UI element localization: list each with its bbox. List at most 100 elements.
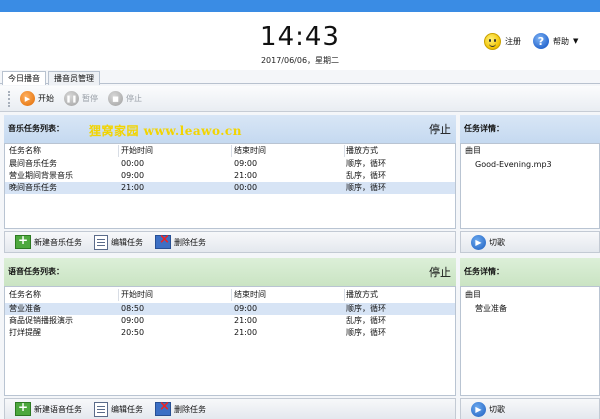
end-time: 21:00 bbox=[234, 316, 258, 325]
add-icon bbox=[15, 400, 31, 416]
delete-task-button[interactable]: 删除任务 bbox=[155, 399, 206, 416]
play-mode: 顺序，循环 bbox=[346, 183, 386, 192]
table-row[interactable]: 晨间音乐任务 00:00 09:00 顺序，循环 bbox=[5, 158, 455, 170]
new-music-task-label: 新建音乐任务 bbox=[34, 237, 82, 247]
table-row[interactable]: 营业期间背景音乐 09:00 21:00 乱序，循环 bbox=[5, 170, 455, 182]
stop-icon: ■ bbox=[108, 91, 123, 106]
music-detail-list: 曲目 Good-Evening.mp3 bbox=[460, 143, 600, 229]
column-header[interactable]: 曲目 bbox=[465, 145, 481, 157]
voice-task-table: 任务名称 开始时间 结束时间 播放方式 营业准备 08:50 09:00 顺序，… bbox=[4, 286, 456, 396]
voice-actions-bar: 新建语音任务 编辑任务 删除任务 bbox=[4, 398, 456, 419]
voice-task-list-title: 语音任务列表： bbox=[8, 267, 64, 276]
edit-task-button[interactable]: 编辑任务 bbox=[94, 234, 143, 250]
play-mode: 顺序，循环 bbox=[346, 328, 386, 337]
task-name: 晨间音乐任务 bbox=[9, 159, 57, 168]
tab-announcer-management[interactable]: 播音员管理 bbox=[48, 71, 100, 85]
end-time: 21:00 bbox=[234, 171, 258, 180]
column-header[interactable]: 开始时间 bbox=[121, 289, 153, 301]
edit-task-label: 编辑任务 bbox=[111, 237, 143, 247]
column-header[interactable]: 开始时间 bbox=[121, 145, 153, 157]
pause-label: 暂停 bbox=[82, 94, 98, 103]
task-name: 营业准备 bbox=[9, 304, 41, 313]
smiley-icon bbox=[484, 33, 501, 50]
task-name: 打烊提醒 bbox=[9, 328, 41, 337]
play-icon: ▶ bbox=[20, 91, 35, 106]
delete-task-label: 删除任务 bbox=[174, 237, 206, 247]
edit-task-label: 编辑任务 bbox=[111, 404, 143, 414]
table-row[interactable]: 商品促销播报演示 09:00 21:00 乱序，循环 bbox=[5, 315, 455, 327]
new-voice-task-label: 新建语音任务 bbox=[34, 404, 82, 414]
end-time: 09:00 bbox=[234, 159, 258, 168]
delete-icon bbox=[155, 232, 171, 249]
switch-song-label: 切歌 bbox=[489, 237, 505, 247]
music-detail-actions-bar: ▶ 切歌 bbox=[460, 231, 600, 253]
chevron-down-icon: ▼ bbox=[573, 37, 579, 45]
table-row[interactable]: 打烊提醒 20:50 21:00 顺序，循环 bbox=[5, 327, 455, 339]
start-time: 09:00 bbox=[121, 171, 145, 180]
delete-icon bbox=[155, 399, 171, 416]
end-time: 21:00 bbox=[234, 328, 258, 337]
task-name: 商品促销播报演示 bbox=[9, 316, 73, 325]
end-time: 00:00 bbox=[234, 183, 258, 192]
voice-detail-header: 任务详情： bbox=[460, 258, 600, 286]
music-detail-header: 任务详情： bbox=[460, 115, 600, 143]
switch-song-button[interactable]: ▶ 切歌 bbox=[471, 401, 505, 417]
column-header[interactable]: 曲目 bbox=[465, 289, 481, 301]
end-time: 09:00 bbox=[234, 304, 258, 313]
column-header[interactable]: 结束时间 bbox=[234, 289, 266, 301]
toolbar-grip bbox=[8, 90, 10, 107]
table-header-row: 任务名称 开始时间 结束时间 播放方式 bbox=[5, 145, 455, 157]
table-header-row: 任务名称 开始时间 结束时间 播放方式 bbox=[5, 289, 455, 301]
table-row[interactable]: 营业准备 08:50 09:00 顺序，循环 bbox=[5, 303, 455, 315]
table-header-row: 曲目 bbox=[461, 289, 599, 301]
music-detail-title: 任务详情： bbox=[464, 124, 504, 133]
pause-icon: ❚❚ bbox=[64, 91, 79, 106]
tab-bar: 今日播音 播音员管理 bbox=[0, 70, 600, 85]
play-mode: 乱序，循环 bbox=[346, 316, 386, 325]
start-time: 21:00 bbox=[121, 183, 145, 192]
help-label: 帮助 bbox=[553, 36, 569, 46]
pause-button[interactable]: ❚❚ 暂停 bbox=[64, 91, 98, 106]
list-item[interactable]: Good-Evening.mp3 bbox=[461, 159, 599, 171]
voice-task-list-header: 语音任务列表： 停止 bbox=[4, 258, 456, 286]
track-name: Good-Evening.mp3 bbox=[475, 160, 552, 169]
switch-song-button[interactable]: ▶ 切歌 bbox=[471, 234, 505, 250]
column-header[interactable]: 任务名称 bbox=[9, 145, 41, 157]
column-header[interactable]: 播放方式 bbox=[346, 145, 378, 157]
track-name: 营业准备 bbox=[475, 304, 507, 313]
column-header[interactable]: 任务名称 bbox=[9, 289, 41, 301]
add-icon bbox=[15, 233, 31, 249]
header: 14:43 2017/06/06，星期二 注册 ? 帮助 ▼ bbox=[0, 12, 600, 70]
task-name: 晚间音乐任务 bbox=[9, 183, 57, 192]
edit-icon bbox=[94, 401, 108, 417]
new-voice-task-button[interactable]: 新建语音任务 bbox=[15, 400, 82, 416]
column-header[interactable]: 结束时间 bbox=[234, 145, 266, 157]
tab-today-broadcast[interactable]: 今日播音 bbox=[2, 71, 46, 85]
stop-label: 停止 bbox=[126, 94, 142, 103]
clock-date: 2017/06/06，星期二 bbox=[260, 56, 340, 65]
voice-detail-title: 任务详情： bbox=[464, 267, 504, 276]
help-icon: ? bbox=[533, 33, 549, 49]
edit-task-button[interactable]: 编辑任务 bbox=[94, 401, 143, 417]
music-status: 停止 bbox=[429, 123, 451, 136]
register-button[interactable]: 注册 bbox=[484, 33, 521, 50]
table-row[interactable]: 晚间音乐任务 21:00 00:00 顺序，循环 bbox=[5, 182, 455, 194]
start-button[interactable]: ▶ 开始 bbox=[20, 91, 54, 106]
music-task-list-header: 音乐任务列表： 狸窝家园 www.leawo.cn 停止 bbox=[4, 115, 456, 143]
help-button[interactable]: ? 帮助 ▼ bbox=[533, 33, 578, 49]
list-item[interactable]: 营业准备 bbox=[461, 303, 599, 315]
stop-button[interactable]: ■ 停止 bbox=[108, 91, 142, 106]
watermark: 狸窝家园 www.leawo.cn bbox=[89, 124, 242, 138]
new-music-task-button[interactable]: 新建音乐任务 bbox=[15, 233, 82, 249]
delete-task-button[interactable]: 删除任务 bbox=[155, 232, 206, 249]
skip-icon: ▶ bbox=[471, 234, 486, 250]
voice-detail-list: 曲目 营业准备 bbox=[460, 286, 600, 396]
task-name: 营业期间背景音乐 bbox=[9, 171, 73, 180]
music-task-list-title: 音乐任务列表： bbox=[8, 124, 64, 133]
play-mode: 乱序，循环 bbox=[346, 171, 386, 180]
column-header[interactable]: 播放方式 bbox=[346, 289, 378, 301]
music-actions-bar: 新建音乐任务 编辑任务 删除任务 bbox=[4, 231, 456, 253]
start-time: 00:00 bbox=[121, 159, 145, 168]
delete-task-label: 删除任务 bbox=[174, 404, 206, 414]
play-mode: 顺序，循环 bbox=[346, 304, 386, 313]
